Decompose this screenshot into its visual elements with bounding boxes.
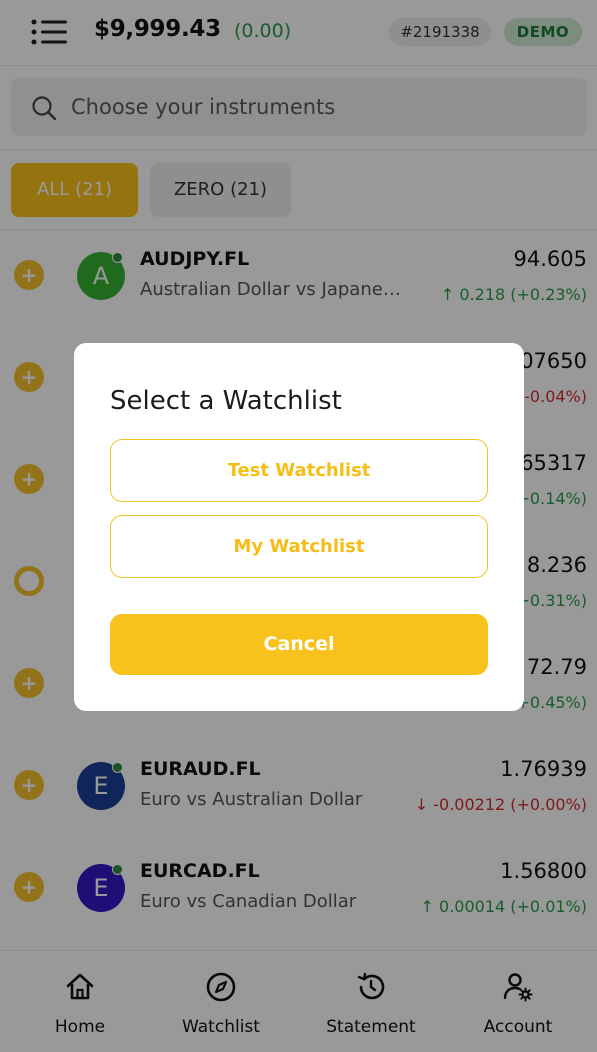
watchlist-option-test[interactable]: Test Watchlist bbox=[110, 439, 488, 502]
select-watchlist-dialog: Select a Watchlist Test Watchlist My Wat… bbox=[74, 343, 524, 711]
watchlist-option-my[interactable]: My Watchlist bbox=[110, 515, 488, 578]
dialog-title: Select a Watchlist bbox=[110, 386, 342, 416]
cancel-button[interactable]: Cancel bbox=[110, 614, 488, 675]
